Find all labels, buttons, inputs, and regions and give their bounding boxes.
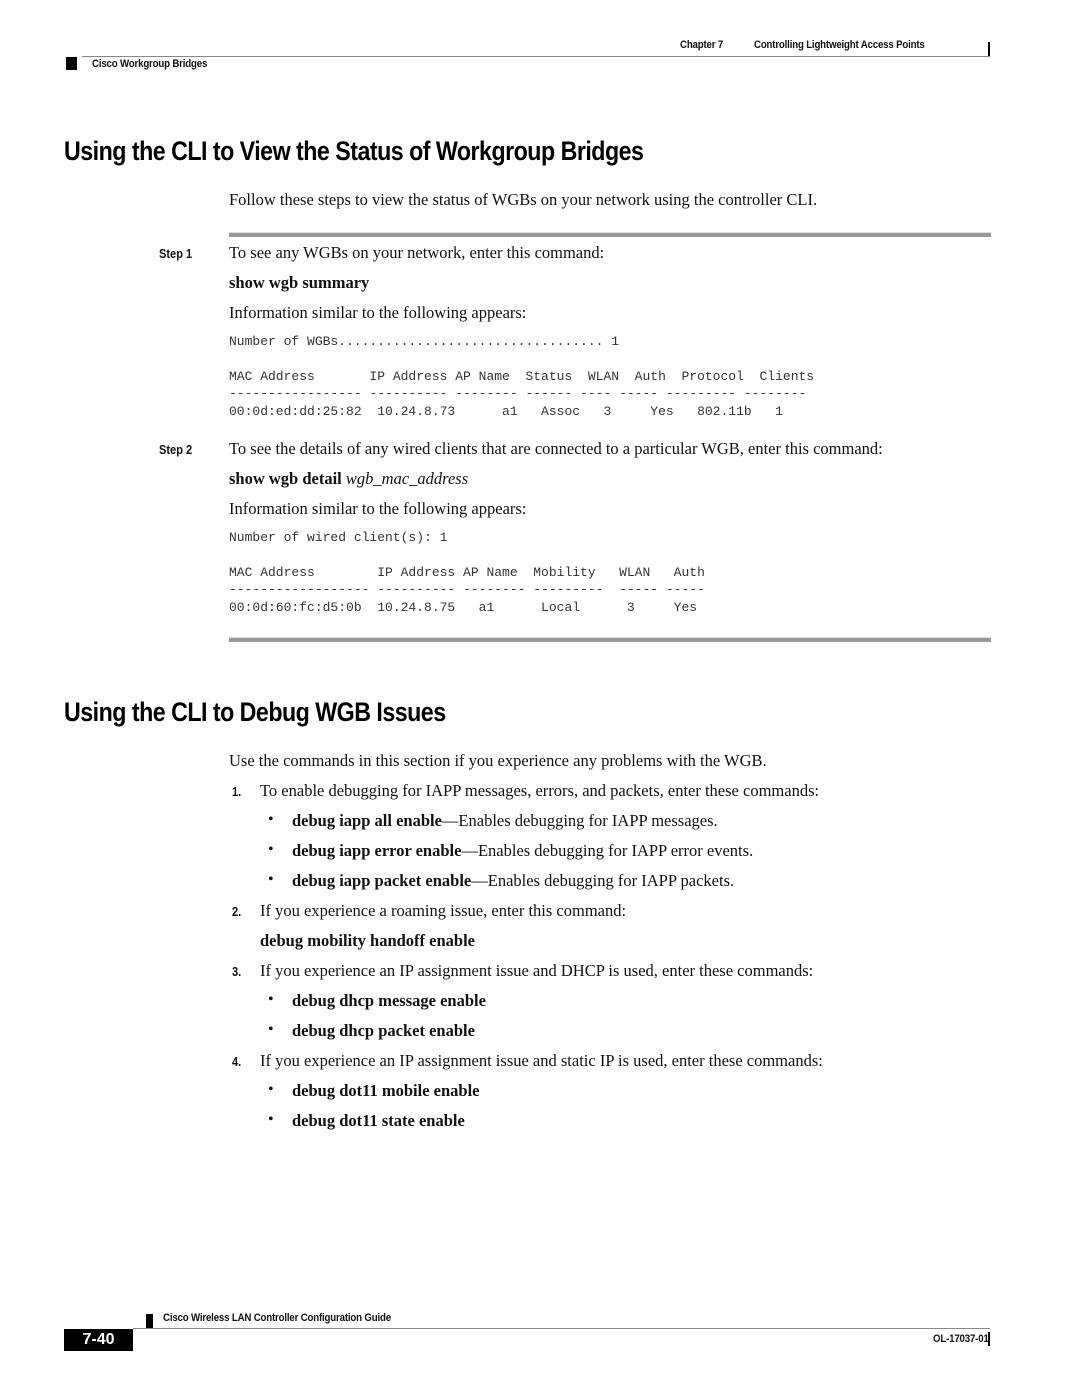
section-marker-icon [66, 57, 77, 70]
item4-bullet2: debug dot11 state enable [292, 1111, 465, 1130]
step1-info: Information similar to the following app… [229, 303, 527, 322]
section1-intro: Follow these steps to view the status of… [229, 190, 818, 209]
debug-command: debug iapp all enable [292, 811, 442, 830]
footer-rule [133, 1328, 990, 1329]
step2-command-arg: wgb_mac_address [345, 469, 469, 488]
step2-output-header: MAC Address IP Address AP Name Mobility … [229, 565, 705, 580]
footer-doc-id: OL-17037-01 [933, 1333, 989, 1345]
debug-description: —Enables debugging for IAPP packets. [471, 871, 735, 890]
item3-text: If you experience an IP assignment issue… [260, 961, 814, 980]
bullet-icon: • [268, 841, 274, 858]
steps-bottom-rule [229, 637, 991, 642]
header-chapter-title: Controlling Lightweight Access Points [754, 39, 925, 51]
debug-command: debug iapp packet enable [292, 871, 472, 890]
page-number: 7-40 [64, 1329, 133, 1351]
step1-label: Step 1 [159, 246, 193, 261]
section2-intro: Use the commands in this section if you … [229, 751, 767, 770]
step2-command-line: show wgb detail wgb_mac_address [229, 469, 468, 489]
step1-command: show wgb summary [229, 273, 370, 292]
section2-title: Using the CLI to Debug WGB Issues [64, 697, 446, 727]
item1-bullet2: debug iapp error enable—Enables debuggin… [292, 841, 753, 861]
chapter-number: Chapter 7 [680, 39, 724, 51]
footer-end-bar [988, 1332, 990, 1346]
header-end-bar [988, 42, 990, 56]
bullet-icon: • [268, 1021, 274, 1038]
item1-bullet3: debug iapp packet enable—Enables debuggi… [292, 871, 734, 891]
step2-output-dashes: ------------------ ---------- -------- -… [229, 582, 705, 597]
item1-number: 1. [232, 784, 242, 799]
debug-command: debug iapp error enable [292, 841, 462, 860]
item3-number: 3. [232, 964, 242, 979]
steps-top-rule [229, 232, 991, 237]
section1-title: Using the CLI to View the Status of Work… [64, 136, 644, 166]
bullet-icon: • [268, 1111, 274, 1128]
step2-output-count: Number of wired client(s): 1 [229, 530, 448, 545]
footer-guide-title: Cisco Wireless LAN Controller Configurat… [163, 1312, 391, 1324]
step1-output-dashes: ----------------- ---------- -------- --… [229, 386, 807, 401]
header-rule [82, 56, 990, 57]
item3-bullet2: debug dhcp packet enable [292, 1021, 475, 1040]
item4-number: 4. [232, 1054, 242, 1069]
header-section: Cisco Workgroup Bridges [92, 58, 208, 70]
footer-marker-icon [146, 1314, 153, 1328]
step1-output-row: 00:0d:ed:dd:25:82 10.24.8.73 a1 Assoc 3 … [229, 404, 783, 419]
step1-output-header: MAC Address IP Address AP Name Status WL… [229, 369, 815, 384]
bullet-icon: • [268, 811, 274, 828]
step1-output-count: Number of WGBs..........................… [229, 334, 620, 349]
bullet-icon: • [268, 871, 274, 888]
step2-text: To see the details of any wired clients … [229, 439, 883, 458]
item1-text: To enable debugging for IAPP messages, e… [260, 781, 820, 800]
item2-number: 2. [232, 904, 242, 919]
step2-output-row: 00:0d:60:fc:d5:0b 10.24.8.75 a1 Local 3 … [229, 600, 698, 615]
item2-text: If you experience a roaming issue, enter… [260, 901, 627, 920]
item1-bullet1: debug iapp all enable—Enables debugging … [292, 811, 718, 831]
step2-info: Information similar to the following app… [229, 499, 527, 518]
item2-command: debug mobility handoff enable [260, 931, 475, 950]
item3-bullet1: debug dhcp message enable [292, 991, 486, 1010]
step2-label: Step 2 [159, 442, 193, 457]
debug-description: —Enables debugging for IAPP error events… [461, 841, 754, 860]
header-chapter: Chapter 7 [680, 39, 723, 51]
bullet-icon: • [268, 991, 274, 1008]
debug-description: —Enables debugging for IAPP messages. [441, 811, 718, 830]
step1-text: To see any WGBs on your network, enter t… [229, 243, 605, 262]
item4-bullet1: debug dot11 mobile enable [292, 1081, 480, 1100]
bullet-icon: • [268, 1081, 274, 1098]
item4-text: If you experience an IP assignment issue… [260, 1051, 823, 1070]
step2-command: show wgb detail [229, 469, 342, 488]
